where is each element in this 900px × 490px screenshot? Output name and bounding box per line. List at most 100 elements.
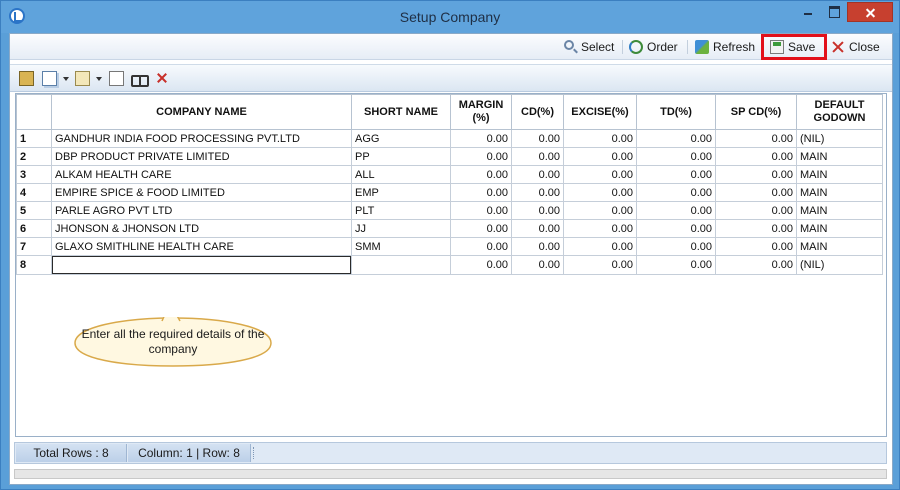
cd-cell[interactable]: 0.00 bbox=[511, 147, 564, 166]
maximize-icon[interactable] bbox=[827, 4, 841, 18]
cd-cell[interactable]: 0.00 bbox=[511, 129, 564, 148]
short-name-cell[interactable]: ALL bbox=[351, 165, 451, 184]
excise-cell[interactable]: 0.00 bbox=[563, 255, 637, 275]
td-cell[interactable]: 0.00 bbox=[636, 237, 716, 256]
default-godown-cell[interactable]: MAIN bbox=[796, 237, 883, 256]
export-icon[interactable] bbox=[75, 71, 90, 86]
sp-cd-cell[interactable]: 0.00 bbox=[715, 219, 797, 238]
table-row[interactable]: 3 ALKAM HEALTH CARE ALL 0.00 0.00 0.00 0… bbox=[16, 165, 883, 184]
short-name-cell[interactable] bbox=[351, 255, 451, 275]
td-cell[interactable]: 0.00 bbox=[636, 201, 716, 220]
default-godown-cell[interactable]: (NIL) bbox=[796, 129, 883, 148]
sp-cd-cell[interactable]: 0.00 bbox=[715, 201, 797, 220]
margin-cell[interactable]: 0.00 bbox=[450, 201, 512, 220]
td-cell[interactable]: 0.00 bbox=[636, 165, 716, 184]
title-bar[interactable]: Setup Company bbox=[1, 1, 899, 33]
td-cell[interactable]: 0.00 bbox=[636, 129, 716, 148]
row-number: 5 bbox=[16, 201, 52, 220]
delete-icon[interactable] bbox=[155, 71, 170, 86]
cd-cell[interactable]: 0.00 bbox=[511, 165, 564, 184]
column-header-short-name[interactable]: SHORT NAME bbox=[351, 94, 451, 130]
order-button[interactable]: Order bbox=[629, 37, 683, 57]
default-godown-cell[interactable]: MAIN bbox=[796, 183, 883, 202]
short-name-cell[interactable]: PP bbox=[351, 147, 451, 166]
company-name-cell[interactable]: GANDHUR INDIA FOOD PROCESSING PVT.LTD bbox=[51, 129, 352, 148]
table-row[interactable]: 4 EMPIRE SPICE & FOOD LIMITED EMP 0.00 0… bbox=[16, 183, 883, 202]
column-header-company-name[interactable]: COMPANY NAME bbox=[51, 94, 352, 130]
short-name-cell[interactable]: SMM bbox=[351, 237, 451, 256]
copy-icon[interactable] bbox=[42, 71, 57, 86]
sp-cd-cell[interactable]: 0.00 bbox=[715, 129, 797, 148]
company-name-cell[interactable]: DBP PRODUCT PRIVATE LIMITED bbox=[51, 147, 352, 166]
default-godown-cell[interactable]: MAIN bbox=[796, 201, 883, 220]
company-name-cell[interactable]: EMPIRE SPICE & FOOD LIMITED bbox=[51, 183, 352, 202]
company-name-cell[interactable]: JHONSON & JHONSON LTD bbox=[51, 219, 352, 238]
margin-cell[interactable]: 0.00 bbox=[450, 129, 512, 148]
short-name-cell[interactable]: EMP bbox=[351, 183, 451, 202]
table-row[interactable]: 7 GLAXO SMITHLINE HEALTH CARE SMM 0.00 0… bbox=[16, 237, 883, 256]
find-icon[interactable] bbox=[131, 71, 149, 87]
company-name-cell[interactable]: ALKAM HEALTH CARE bbox=[51, 165, 352, 184]
properties-icon[interactable] bbox=[19, 71, 34, 86]
cd-cell[interactable]: 0.00 bbox=[511, 237, 564, 256]
excise-cell[interactable]: 0.00 bbox=[563, 201, 637, 220]
sp-cd-cell[interactable]: 0.00 bbox=[715, 255, 797, 275]
td-cell[interactable]: 0.00 bbox=[636, 147, 716, 166]
table-row[interactable]: 5 PARLE AGRO PVT LTD PLT 0.00 0.00 0.00 … bbox=[16, 201, 883, 220]
default-godown-cell[interactable]: MAIN bbox=[796, 165, 883, 184]
minimize-icon[interactable] bbox=[801, 4, 815, 18]
short-name-cell[interactable]: AGG bbox=[351, 129, 451, 148]
sp-cd-cell[interactable]: 0.00 bbox=[715, 165, 797, 184]
excise-cell[interactable]: 0.00 bbox=[563, 129, 637, 148]
default-godown-cell[interactable]: MAIN bbox=[796, 219, 883, 238]
margin-cell[interactable]: 0.00 bbox=[450, 237, 512, 256]
column-header-margin[interactable]: MARGIN (%) bbox=[450, 94, 512, 130]
margin-cell[interactable]: 0.00 bbox=[450, 183, 512, 202]
excise-cell[interactable]: 0.00 bbox=[563, 165, 637, 184]
table-row[interactable]: 1 GANDHUR INDIA FOOD PROCESSING PVT.LTD … bbox=[16, 129, 883, 148]
short-name-cell[interactable]: PLT bbox=[351, 201, 451, 220]
close-window-icon[interactable] bbox=[847, 2, 893, 22]
column-header-sp-cd[interactable]: SP CD(%) bbox=[715, 94, 797, 130]
table-row[interactable]: 2 DBP PRODUCT PRIVATE LIMITED PP 0.00 0.… bbox=[16, 147, 883, 166]
default-godown-cell[interactable]: MAIN bbox=[796, 147, 883, 166]
column-header-default-godown[interactable]: DEFAULT GODOWN bbox=[796, 94, 883, 130]
sp-cd-cell[interactable]: 0.00 bbox=[715, 183, 797, 202]
margin-cell[interactable]: 0.00 bbox=[450, 165, 512, 184]
horizontal-scrollbar[interactable] bbox=[14, 469, 887, 479]
chevron-down-icon[interactable] bbox=[63, 77, 69, 81]
excise-cell[interactable]: 0.00 bbox=[563, 183, 637, 202]
td-cell[interactable]: 0.00 bbox=[636, 219, 716, 238]
column-header-excise[interactable]: EXCISE(%) bbox=[563, 94, 637, 130]
company-name-cell-editing[interactable] bbox=[51, 255, 352, 275]
short-name-cell[interactable]: JJ bbox=[351, 219, 451, 238]
table-row[interactable]: 6 JHONSON & JHONSON LTD JJ 0.00 0.00 0.0… bbox=[16, 219, 883, 238]
td-cell[interactable]: 0.00 bbox=[636, 183, 716, 202]
company-name-cell[interactable]: GLAXO SMITHLINE HEALTH CARE bbox=[51, 237, 352, 256]
excise-cell[interactable]: 0.00 bbox=[563, 147, 637, 166]
excise-cell[interactable]: 0.00 bbox=[563, 237, 637, 256]
company-name-cell[interactable]: PARLE AGRO PVT LTD bbox=[51, 201, 352, 220]
column-header-cd[interactable]: CD(%) bbox=[511, 94, 564, 130]
chevron-down-icon[interactable] bbox=[96, 77, 102, 81]
table-row[interactable]: 8 0.00 0.00 0.00 0.00 0.00 (NIL) bbox=[16, 255, 883, 275]
cd-cell[interactable]: 0.00 bbox=[511, 201, 564, 220]
column-header-td[interactable]: TD(%) bbox=[636, 94, 716, 130]
cd-cell[interactable]: 0.00 bbox=[511, 255, 564, 275]
margin-cell[interactable]: 0.00 bbox=[450, 219, 512, 238]
clipboard-icon[interactable] bbox=[109, 71, 124, 86]
margin-cell[interactable]: 0.00 bbox=[450, 147, 512, 166]
margin-cell[interactable]: 0.00 bbox=[450, 255, 512, 275]
td-cell[interactable]: 0.00 bbox=[636, 255, 716, 275]
company-name-edit-input[interactable] bbox=[52, 256, 351, 274]
close-button[interactable]: Close bbox=[831, 37, 883, 57]
select-button[interactable]: Select bbox=[563, 37, 619, 57]
company-grid[interactable]: COMPANY NAME SHORT NAME MARGIN (%) CD(%)… bbox=[15, 93, 887, 437]
excise-cell[interactable]: 0.00 bbox=[563, 219, 637, 238]
sp-cd-cell[interactable]: 0.00 bbox=[715, 147, 797, 166]
cd-cell[interactable]: 0.00 bbox=[511, 219, 564, 238]
default-godown-cell[interactable]: (NIL) bbox=[796, 255, 883, 275]
cd-cell[interactable]: 0.00 bbox=[511, 183, 564, 202]
refresh-button[interactable]: Refresh bbox=[695, 37, 757, 57]
sp-cd-cell[interactable]: 0.00 bbox=[715, 237, 797, 256]
